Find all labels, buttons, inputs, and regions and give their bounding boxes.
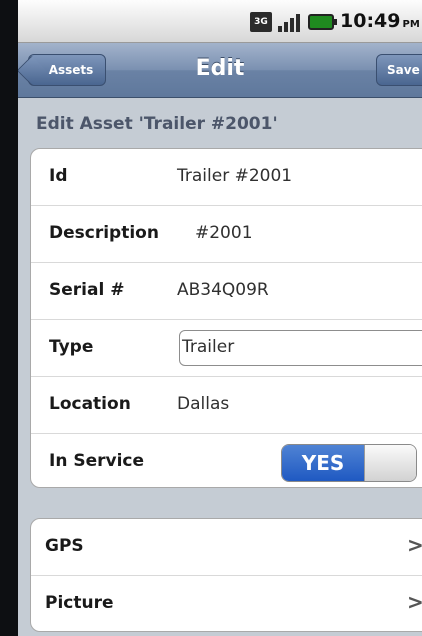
id-field[interactable]: Trailer #2001 (177, 166, 292, 186)
field-label: Description (49, 223, 159, 243)
field-row-location[interactable]: Location Dallas (31, 377, 422, 434)
chevron-right-icon: > (407, 533, 422, 557)
asset-fields-group: Id Trailer #2001 Description #2001 Seria… (30, 148, 422, 488)
field-label: In Service (49, 451, 145, 471)
field-row-serial[interactable]: Serial # AB34Q09R (31, 263, 422, 320)
description-field[interactable]: #2001 (195, 223, 253, 243)
clock: 10:49 PM (340, 10, 420, 32)
clock-suffix: PM (402, 19, 420, 30)
signal-icon (278, 12, 302, 32)
nav-bar: Assets Edit Save (18, 43, 422, 98)
page-title: Edit (195, 56, 245, 81)
picture-row[interactable]: Picture > (31, 576, 422, 631)
field-row-in-service: In Service YES (31, 434, 422, 487)
left-edge (0, 0, 18, 636)
serial-field[interactable]: AB34Q09R (177, 280, 269, 300)
field-label: Type (49, 337, 94, 357)
gps-row[interactable]: GPS > (31, 519, 422, 576)
field-label: Id (49, 166, 68, 186)
picture-label: Picture (45, 593, 114, 613)
chevron-right-icon: > (407, 590, 422, 614)
3g-icon: 3G (250, 12, 272, 32)
screen: 3G 10:49 PM Assets Edit Save Edit Asset '… (18, 0, 422, 636)
status-bar: 3G 10:49 PM (18, 0, 422, 43)
clock-time: 10:49 (340, 10, 401, 32)
toggle-on-label: YES (282, 445, 364, 481)
battery-icon (308, 14, 337, 30)
status-icons: 3G (250, 11, 337, 33)
field-row-id[interactable]: Id Trailer #2001 (31, 149, 422, 206)
in-service-toggle[interactable]: YES (281, 444, 417, 482)
save-button[interactable]: Save (376, 54, 422, 86)
gps-label: GPS (45, 536, 84, 556)
field-label: Location (49, 394, 131, 414)
links-group: GPS > Picture > (30, 518, 422, 632)
field-row-type[interactable]: Type Trailer (31, 320, 422, 377)
location-field[interactable]: Dallas (177, 394, 229, 414)
toggle-knob (364, 445, 416, 481)
field-row-description[interactable]: Description #2001 (31, 206, 422, 263)
section-title: Edit Asset 'Trailer #2001' (36, 114, 278, 134)
type-select[interactable]: Trailer (179, 330, 422, 366)
field-label: Serial # (49, 280, 125, 300)
